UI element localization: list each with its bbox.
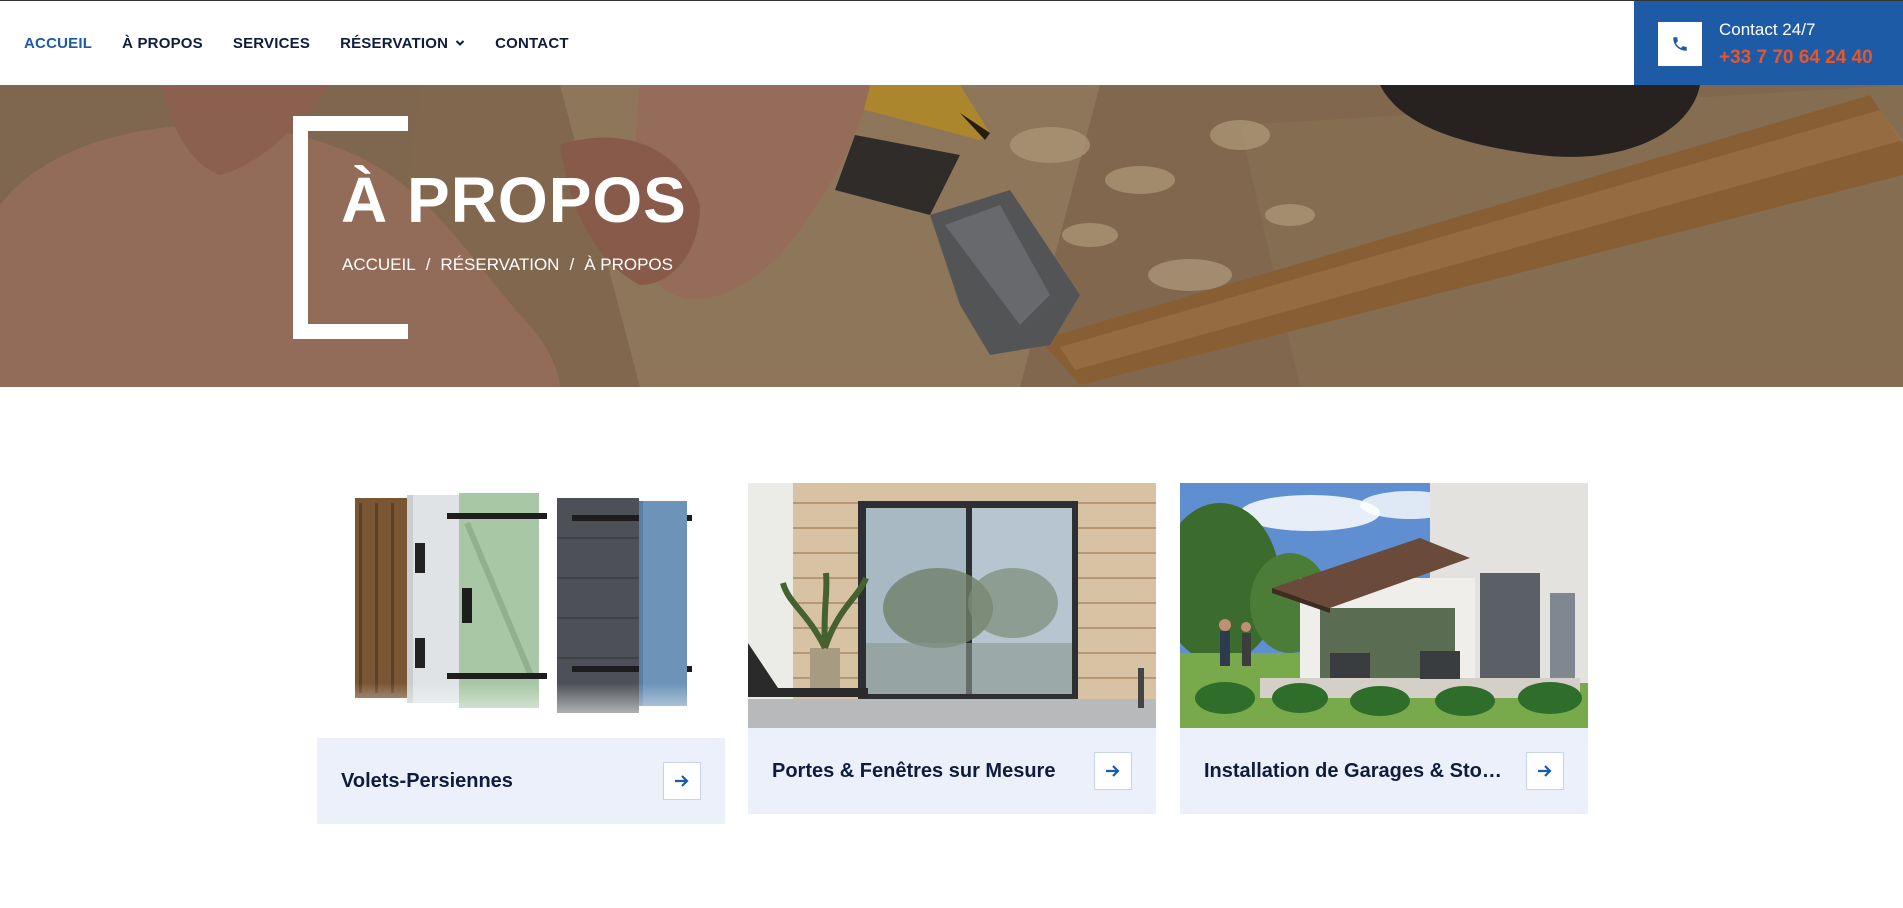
card-footer: Portes & Fenêtres sur Mesure [748, 728, 1156, 814]
breadcrumb-separator: / [425, 255, 431, 274]
card-title: Installation de Garages & Stores Bannes [1204, 760, 1504, 782]
nav-item-a-propos[interactable]: À PROPOS [122, 35, 203, 52]
card-title: Volets-Persiennes [341, 770, 513, 792]
shutters-image [317, 483, 725, 738]
breadcrumb-reservation[interactable]: RÉSERVATION [440, 255, 559, 275]
nav-item-reservation[interactable]: RÉSERVATION [340, 35, 465, 52]
breadcrumb-accueil[interactable]: ACCUEIL [342, 255, 416, 275]
card-footer: Volets-Persiennes [317, 738, 725, 824]
chevron-down-icon [455, 40, 465, 46]
nav-item-reservation-label: RÉSERVATION [340, 34, 449, 52]
contact-phone-link[interactable]: +33 7 70 64 24 40 [1719, 47, 1873, 69]
awning-house-image [1180, 483, 1588, 728]
arrow-right-icon[interactable] [663, 762, 701, 800]
service-card-volets[interactable]: Volets-Persiennes [317, 483, 725, 824]
hero-overlay [0, 85, 1903, 387]
arrow-right-icon[interactable] [1094, 752, 1132, 790]
breadcrumb-current: À PROPOS [584, 255, 673, 274]
main-nav: ACCUEIL À PROPOS SERVICES RÉSERVATION CO… [24, 1, 599, 85]
phone-icon [1658, 22, 1702, 66]
breadcrumb-separator: / [569, 255, 575, 274]
sliding-door-image [748, 483, 1156, 728]
service-card-garages-stores[interactable]: Installation de Garages & Stores Bannes [1180, 483, 1588, 814]
nav-item-accueil[interactable]: ACCUEIL [24, 35, 92, 52]
site-header: ACCUEIL À PROPOS SERVICES RÉSERVATION CO… [0, 1, 1903, 86]
service-card-portes-fenetres[interactable]: Portes & Fenêtres sur Mesure [748, 483, 1156, 814]
hero-banner: À PROPOS ACCUEIL / RÉSERVATION / À PROPO… [0, 85, 1903, 387]
arrow-right-icon[interactable] [1526, 752, 1564, 790]
breadcrumb: ACCUEIL / RÉSERVATION / À PROPOS [342, 255, 673, 275]
contact-box[interactable]: Contact 24/7 +33 7 70 64 24 40 [1634, 1, 1903, 86]
nav-item-services[interactable]: SERVICES [233, 35, 310, 52]
page-title: À PROPOS [341, 164, 687, 236]
card-footer: Installation de Garages & Stores Bannes [1180, 728, 1588, 814]
card-title: Portes & Fenêtres sur Mesure [772, 760, 1056, 782]
contact-label: Contact 24/7 [1719, 20, 1816, 39]
nav-item-contact[interactable]: CONTACT [495, 35, 569, 52]
